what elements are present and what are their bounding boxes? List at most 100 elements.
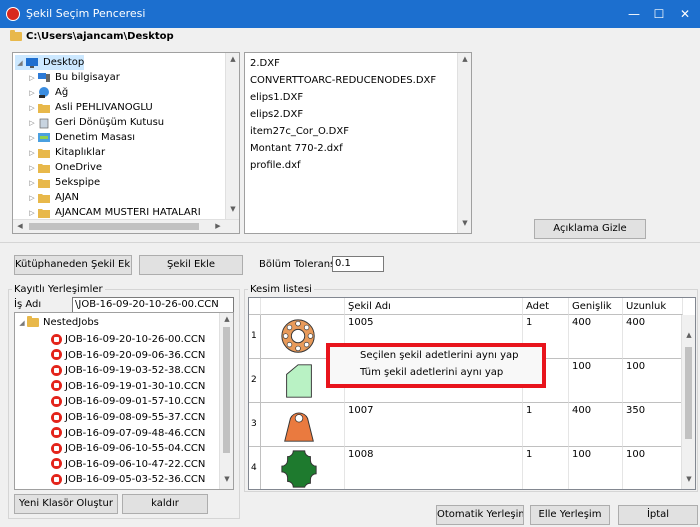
cell-name[interactable]: 1008 [345,447,523,489]
cell-length[interactable]: 100 [623,447,683,489]
tree-item[interactable]: ◢ Desktop [15,55,85,71]
file-list-scrollbar[interactable]: ▲ ▼ [457,53,471,233]
scroll-up-icon[interactable]: ▲ [458,55,472,63]
row-header[interactable]: 1 [249,315,261,359]
collapsed-triangle-icon[interactable]: ▷ [27,191,37,206]
saved-job-item[interactable]: JOB-16-09-05-03-52-36.CCN [51,472,205,487]
auto-nest-button[interactable]: Otomatik Yerleşim [436,505,524,525]
tree-item[interactable]: ▷ Kitaplıklar [27,145,105,160]
collapsed-triangle-icon[interactable]: ▷ [27,131,37,146]
cell-width[interactable]: 400 [569,315,623,359]
scroll-left-icon[interactable]: ◀ [13,222,27,230]
collapsed-triangle-icon[interactable]: ▷ [27,86,37,101]
scroll-right-icon[interactable]: ▶ [211,222,225,230]
file-list-item[interactable]: elips1.DXF [250,90,303,106]
scroll-thumb[interactable] [223,327,230,453]
saved-job-item[interactable]: JOB-16-09-07-09-48-46.CCN [51,426,205,441]
file-list-item[interactable]: 2.DXF [250,56,280,72]
scroll-thumb[interactable] [685,347,692,439]
column-header-length[interactable]: Uzunluk [623,298,683,315]
file-list-item[interactable]: elips2.DXF [250,107,303,123]
file-list-item[interactable]: CONVERTTOARC-REDUCENODES.DXF [250,73,436,89]
collapsed-triangle-icon[interactable]: ▷ [27,116,37,131]
saved-job-label: JOB-16-09-07-09-48-46.CCN [65,427,206,439]
tree-folder-nestedjobs[interactable]: ◢ NestedJobs [17,315,99,330]
file-list-item[interactable]: Montant 770-2.dxf [250,141,343,157]
minimize-button[interactable]: — [622,4,646,24]
saved-jobs-tree[interactable]: ◢ NestedJobs JOB-16-09-20-10-26-00.CCN JOB… [14,312,234,490]
scroll-up-icon[interactable]: ▲ [682,331,695,339]
tree-item[interactable]: ▷ Asli PEHLIVANOGLU [27,100,152,116]
tree-horizontal-scrollbar[interactable]: ◀ ▶ [13,219,239,233]
divider [0,242,700,243]
column-header-width[interactable]: Genişlik [569,298,623,315]
cell-width[interactable]: 400 [569,403,623,447]
cell-width[interactable]: 100 [569,447,623,489]
manual-nest-button[interactable]: Elle Yerleşim [530,505,610,525]
scroll-down-icon[interactable]: ▼ [682,475,695,483]
menu-item-same-qty-selected[interactable]: Seçilen şekil adetlerini aynı yap [360,350,519,361]
saved-job-item[interactable]: JOB-16-09-06-10-47-22.CCN [51,457,205,472]
file-list-item[interactable]: profile.dxf [250,158,301,174]
column-header-name[interactable]: Şekil Adı [345,298,523,315]
scroll-down-icon[interactable]: ▼ [458,219,472,227]
row-header[interactable]: 2 [249,359,261,403]
cell-length[interactable]: 400 [623,315,683,359]
job-name-input[interactable]: \JOB-16-09-20-10-26-00.CCN [72,297,234,313]
jobs-scrollbar[interactable]: ▲ ▼ [219,313,233,489]
collapsed-triangle-icon[interactable]: ▷ [27,71,37,86]
maximize-button[interactable]: ☐ [647,4,671,24]
row-header[interactable]: 4 [249,447,261,489]
tree-item[interactable]: ▷ OneDrive [27,160,102,175]
saved-job-item[interactable]: JOB-16-09-20-09-06-36.CCN [51,348,205,363]
scroll-thumb[interactable] [29,223,199,230]
saved-job-item[interactable]: JOB-16-09-20-10-26-00.CCN [51,332,205,347]
tree-item[interactable]: ▷ AJANCAM MUSTERI HATALARI [27,205,200,220]
cell-name[interactable]: 1007 [345,403,523,447]
file-list-item[interactable]: item27c_Cor_O.DXF [250,124,349,140]
cell-length[interactable]: 100 [623,359,683,403]
tolerance-input[interactable]: 0.1 [332,256,384,272]
computer-icon [37,72,55,83]
cell-qty[interactable]: 1 [523,447,569,489]
file-list[interactable]: 2.DXF CONVERTTOARC-REDUCENODES.DXF elips1.… [244,52,472,234]
tree-item[interactable]: ▷ AJAN [27,190,79,205]
saved-job-item[interactable]: JOB-16-09-06-10-55-04.CCN [51,441,205,456]
tree-item[interactable]: ▷ Geri Dönüşüm Kutusu [27,115,164,130]
collapsed-triangle-icon[interactable]: ▷ [27,161,37,176]
menu-item-same-qty-all[interactable]: Tüm şekil adetlerini aynı yap [360,367,503,378]
collapsed-triangle-icon[interactable]: ▷ [27,146,37,161]
tree-item[interactable]: ▷ Bu bilgisayar [27,70,120,85]
scroll-down-icon[interactable]: ▼ [220,475,233,483]
add-from-library-button[interactable]: Kütüphaneden Şekil Ekle [14,255,132,275]
cell-qty[interactable]: 1 [523,403,569,447]
cut-list-grid[interactable]: Şekil Adı Adet Genişlik Uzunluk 1 1005 1 40… [248,297,696,490]
close-button[interactable]: ✕ [673,4,697,24]
saved-job-item[interactable]: JOB-16-09-19-03-52-38.CCN [51,363,205,378]
saved-job-item[interactable]: JOB-16-09-19-01-30-10.CCN [51,379,205,394]
grid-scrollbar[interactable]: ▲ ▼ [681,315,695,489]
cancel-button[interactable]: İptal [618,505,698,525]
collapsed-triangle-icon[interactable]: ▷ [27,101,37,116]
cell-length[interactable]: 350 [623,403,683,447]
hide-description-button[interactable]: Açıklama Gizle [534,219,646,239]
remove-button[interactable]: kaldır [122,494,208,514]
saved-job-item[interactable]: JOB-16-09-08-09-55-37.CCN [51,410,205,425]
scroll-up-icon[interactable]: ▲ [220,315,233,323]
tree-vertical-scrollbar[interactable]: ▲ ▼ [225,53,239,219]
cell-width[interactable]: 100 [569,359,623,403]
tree-item[interactable]: ▷ Ağ [27,85,68,100]
row-header[interactable]: 3 [249,403,261,447]
tree-item[interactable]: ▷ 5ekspipe [27,175,100,190]
saved-job-item[interactable]: JOB-16-09-09-01-57-10.CCN [51,394,205,409]
scroll-up-icon[interactable]: ▲ [226,55,239,63]
collapsed-triangle-icon[interactable]: ▷ [27,176,37,191]
column-header-qty[interactable]: Adet [523,298,569,315]
expanded-triangle-icon[interactable]: ◢ [15,56,25,71]
tree-item[interactable]: ▷ Denetim Masası [27,130,135,145]
folder-tree[interactable]: ◢ Desktop ▷ Bu bilgisayar ▷ Ağ ▷ Asli PEHLIVANO… [12,52,240,234]
shape-cross-icon [279,450,319,489]
new-folder-button[interactable]: Yeni Klasör Oluştur [14,494,118,514]
scroll-down-icon[interactable]: ▼ [226,205,239,213]
add-shape-button[interactable]: Şekil Ekle [139,255,243,275]
